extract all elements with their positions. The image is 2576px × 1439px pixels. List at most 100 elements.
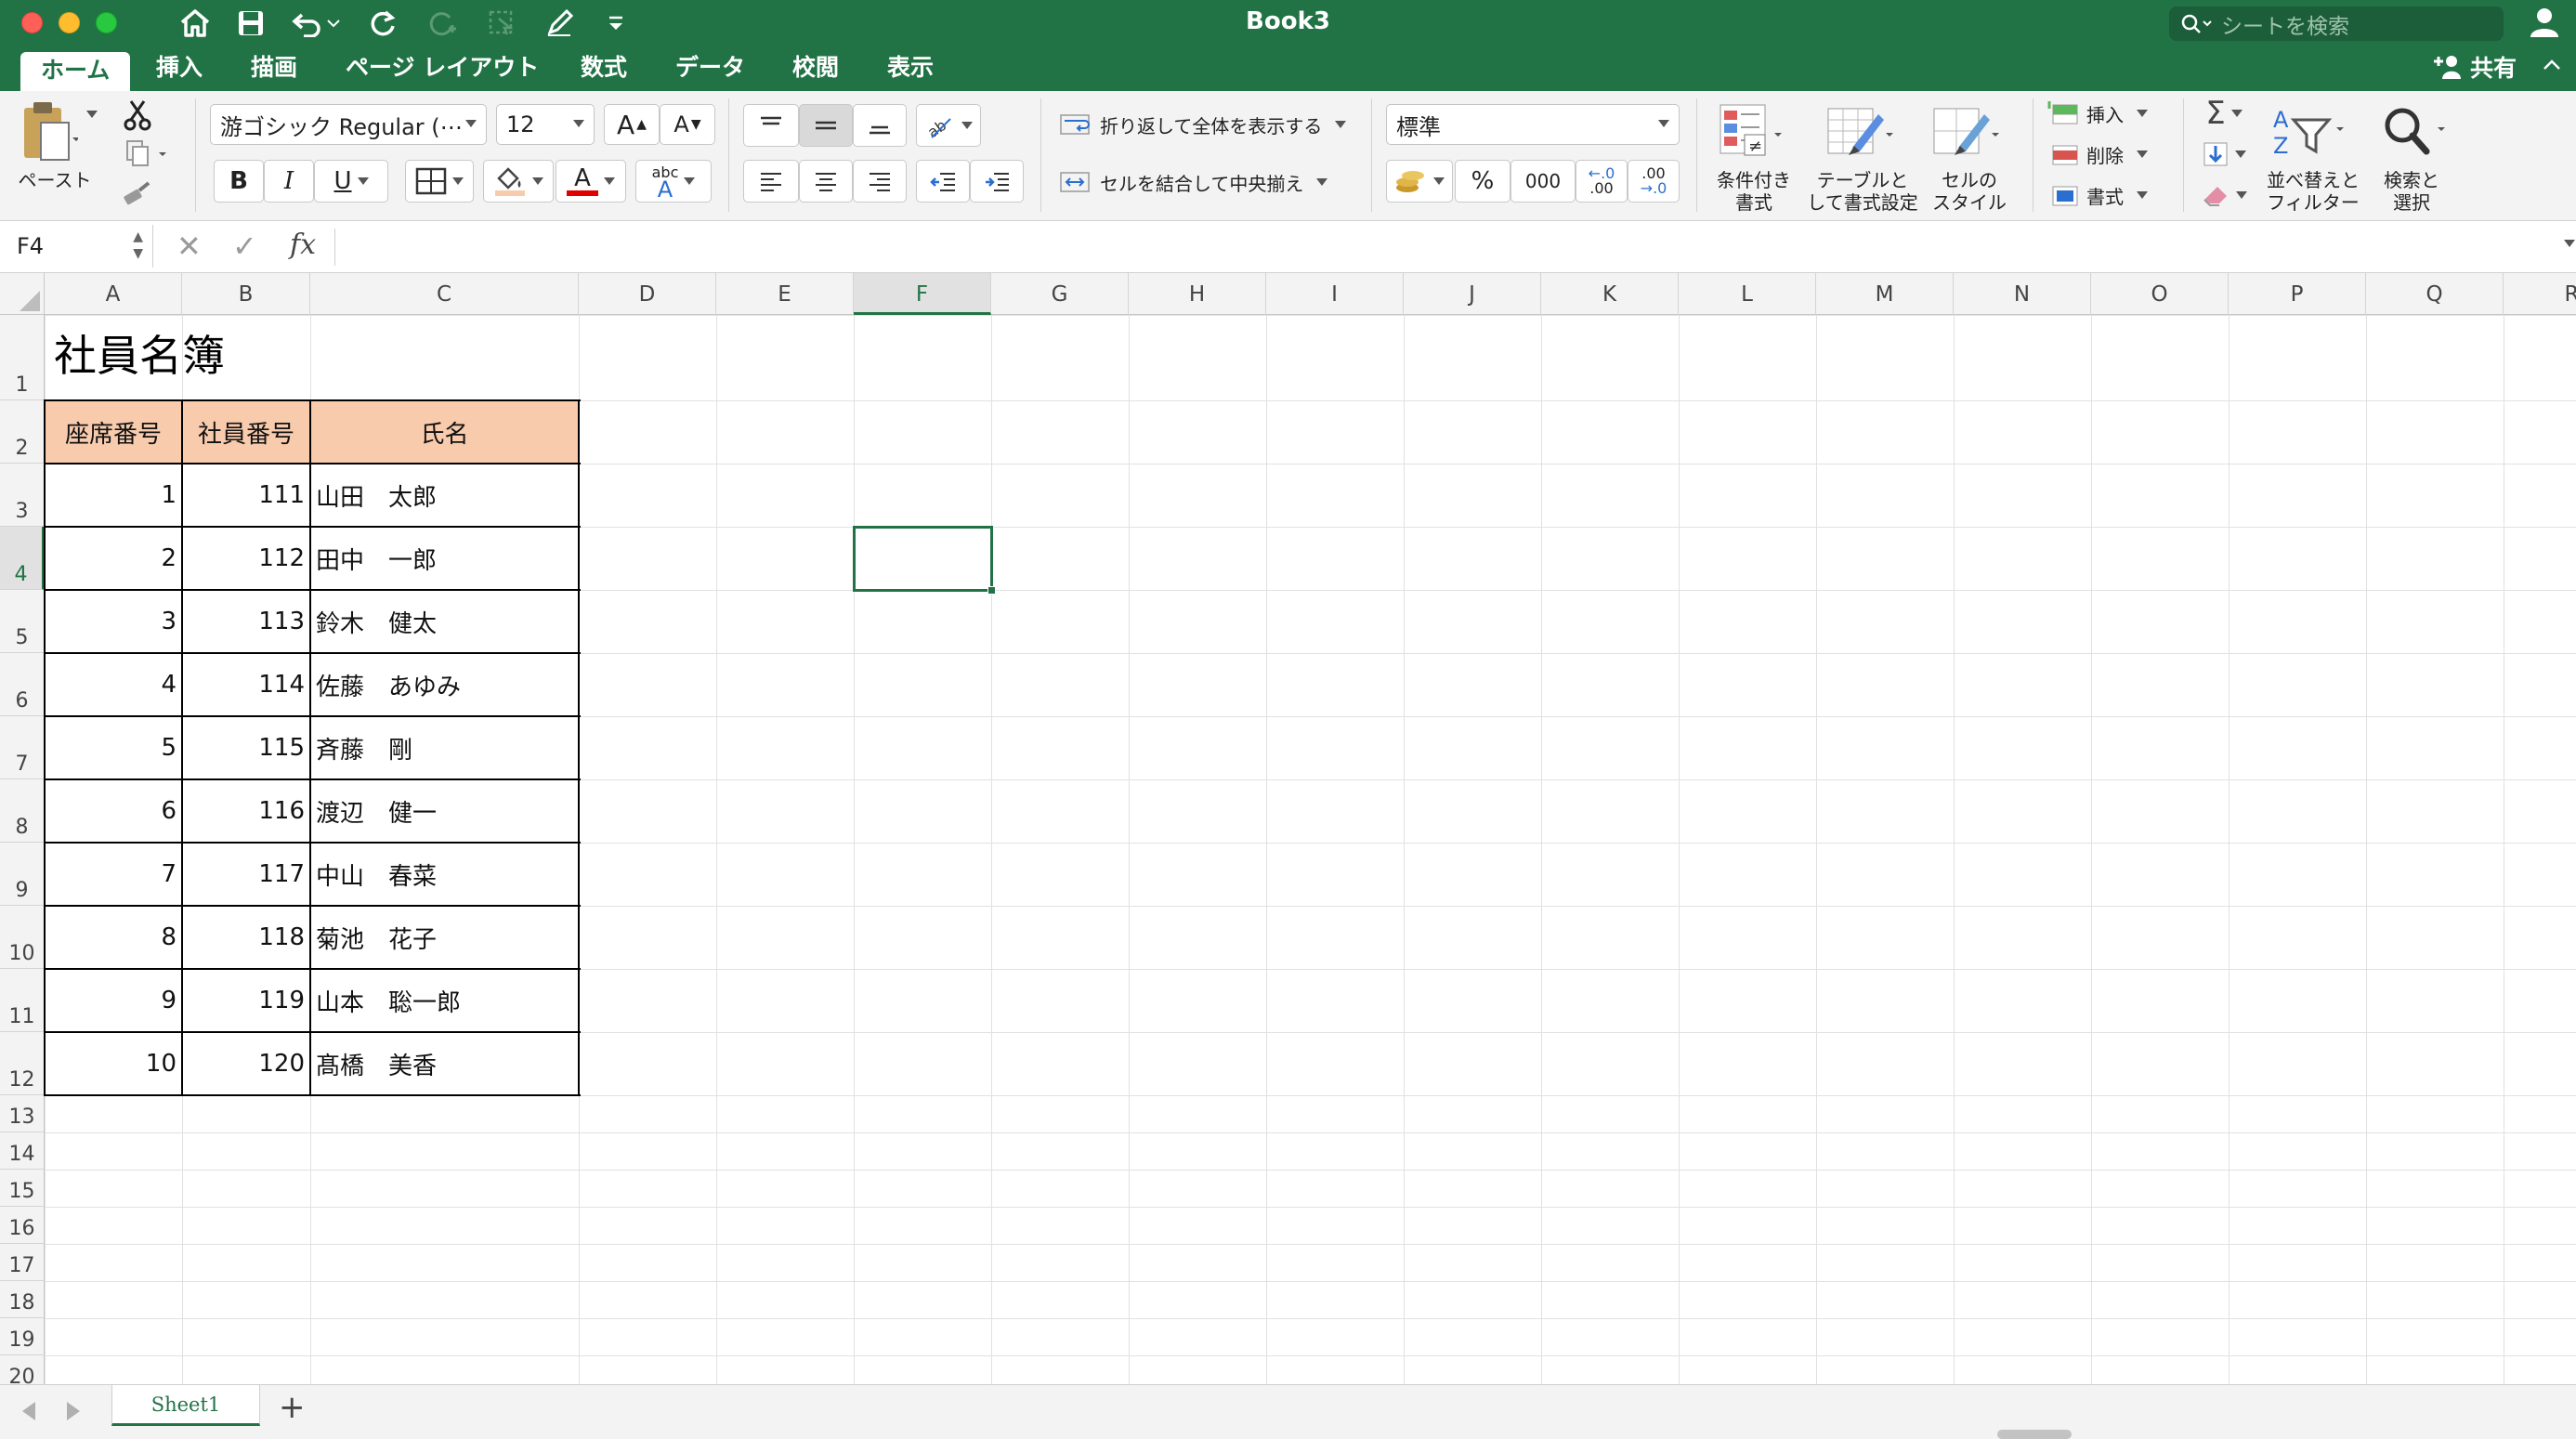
employee-name-cell[interactable]: 渡辺 健一 bbox=[310, 779, 579, 843]
home-icon[interactable] bbox=[177, 6, 214, 41]
tab-view[interactable]: 表示 bbox=[887, 46, 934, 91]
redo-icon[interactable] bbox=[364, 6, 401, 41]
row-header-4[interactable]: 4 bbox=[0, 527, 45, 590]
find-select-button[interactable] bbox=[2374, 98, 2452, 164]
column-header-l[interactable]: L bbox=[1679, 273, 1816, 315]
customize-toolbar-icon[interactable] bbox=[602, 6, 630, 41]
column-header-j[interactable]: J bbox=[1404, 273, 1541, 315]
autosum-button[interactable]: Σ bbox=[2196, 95, 2252, 132]
underline-button[interactable]: U bbox=[314, 160, 388, 203]
undo-icon[interactable] bbox=[288, 6, 344, 41]
row-header-6[interactable]: 6 bbox=[0, 653, 45, 716]
column-header-q[interactable]: Q bbox=[2366, 273, 2504, 315]
employee-number-cell[interactable]: 114 bbox=[182, 653, 310, 716]
row-header-15[interactable]: 15 bbox=[0, 1170, 45, 1207]
add-sheet-icon[interactable]: + bbox=[279, 1389, 306, 1426]
cancel-entry-icon[interactable]: ✕ bbox=[177, 229, 202, 264]
align-bottom-button[interactable] bbox=[853, 104, 907, 147]
sheet-title-cell[interactable]: 社員名簿 bbox=[54, 322, 225, 384]
tab-data[interactable]: データ bbox=[675, 46, 745, 91]
employee-number-cell[interactable]: 117 bbox=[182, 843, 310, 906]
row-header-16[interactable]: 16 bbox=[0, 1207, 45, 1244]
row-header-17[interactable]: 17 bbox=[0, 1244, 45, 1281]
employee-number-cell[interactable]: 116 bbox=[182, 779, 310, 843]
column-header-e[interactable]: E bbox=[716, 273, 854, 315]
format-cells-button[interactable]: 書式 bbox=[2047, 178, 2148, 212]
employee-name-cell[interactable]: 鈴木 健太 bbox=[310, 590, 579, 653]
employee-number-cell[interactable]: 113 bbox=[182, 590, 310, 653]
column-header-d[interactable]: D bbox=[579, 273, 716, 315]
worksheet-grid[interactable]: ABCDEFGHIJKLMNOPQR 1 2 3 4 5 6 7 8 9 10 11 12 13 14 15… bbox=[0, 273, 2576, 1384]
column-header-f[interactable]: F bbox=[854, 273, 991, 315]
zoom-window-button[interactable] bbox=[96, 12, 117, 33]
row-header-1[interactable]: 1 bbox=[0, 315, 45, 400]
column-header-n[interactable]: N bbox=[1954, 273, 2091, 315]
comma-style-button[interactable]: 000 bbox=[1510, 160, 1576, 203]
tab-insert[interactable]: 挿入 bbox=[156, 46, 203, 91]
tab-home[interactable]: ホーム bbox=[20, 52, 131, 91]
fill-handle[interactable] bbox=[987, 586, 996, 595]
employee-number-cell[interactable]: 111 bbox=[182, 464, 310, 527]
close-window-button[interactable] bbox=[21, 12, 43, 33]
italic-button[interactable]: I bbox=[264, 160, 314, 203]
next-sheet-icon[interactable] bbox=[67, 1402, 80, 1420]
column-header-g[interactable]: G bbox=[991, 273, 1129, 315]
table-header-cell[interactable]: 氏名 bbox=[310, 400, 579, 464]
employee-name-cell[interactable]: 中山 春菜 bbox=[310, 843, 579, 906]
tab-formulas[interactable]: 数式 bbox=[581, 46, 627, 91]
increase-font-size-button[interactable]: A ▲ bbox=[604, 104, 660, 145]
row-header-10[interactable]: 10 bbox=[0, 906, 45, 969]
seat-number-cell[interactable]: 1 bbox=[45, 464, 182, 527]
row-header-13[interactable]: 13 bbox=[0, 1095, 45, 1132]
formula-input[interactable] bbox=[346, 225, 2529, 268]
borders-button[interactable] bbox=[405, 160, 474, 203]
row-header-9[interactable]: 9 bbox=[0, 843, 45, 906]
number-format-dropdown[interactable]: 標準 bbox=[1386, 104, 1680, 145]
row-header-19[interactable]: 19 bbox=[0, 1318, 45, 1355]
column-header-p[interactable]: P bbox=[2229, 273, 2366, 315]
phonetic-guide-button[interactable]: abc A bbox=[635, 160, 712, 203]
clear-button[interactable] bbox=[2196, 177, 2252, 214]
seat-number-cell[interactable]: 7 bbox=[45, 843, 182, 906]
enter-entry-icon[interactable]: ✓ bbox=[232, 229, 257, 264]
align-top-button[interactable] bbox=[743, 104, 799, 147]
minimize-window-button[interactable] bbox=[59, 12, 80, 33]
horizontal-scrollbar[interactable] bbox=[1997, 1430, 2072, 1439]
row-header-3[interactable]: 3 bbox=[0, 464, 45, 527]
seat-number-cell[interactable]: 8 bbox=[45, 906, 182, 969]
increase-indent-button[interactable] bbox=[970, 160, 1024, 203]
format-painter-icon[interactable] bbox=[119, 175, 156, 212]
row-header-18[interactable]: 18 bbox=[0, 1281, 45, 1318]
cut-icon[interactable] bbox=[119, 97, 156, 134]
employee-number-cell[interactable]: 120 bbox=[182, 1032, 310, 1095]
currency-format-button[interactable] bbox=[1386, 160, 1453, 203]
tab-page-layout[interactable]: ページ レイアウト bbox=[346, 46, 539, 91]
share-button[interactable]: 共有 bbox=[2431, 46, 2517, 87]
employee-name-cell[interactable]: 山田 太郎 bbox=[310, 464, 579, 527]
previous-sheet-icon[interactable] bbox=[22, 1402, 35, 1420]
column-header-m[interactable]: M bbox=[1816, 273, 1954, 315]
row-header-2[interactable]: 2 bbox=[0, 400, 45, 464]
decrease-decimal-button[interactable]: .00 →.0 bbox=[1628, 160, 1680, 203]
font-size-dropdown[interactable]: 12 bbox=[496, 104, 595, 145]
tab-draw[interactable]: 描画 bbox=[251, 46, 297, 91]
fill-button[interactable] bbox=[2196, 136, 2252, 173]
pen-icon[interactable] bbox=[541, 6, 578, 41]
font-name-dropdown[interactable]: 游ゴシック Regular (⋯ bbox=[210, 104, 487, 145]
seat-number-cell[interactable]: 4 bbox=[45, 653, 182, 716]
employee-number-cell[interactable]: 118 bbox=[182, 906, 310, 969]
column-header-o[interactable]: O bbox=[2091, 273, 2229, 315]
row-header-5[interactable]: 5 bbox=[0, 590, 45, 653]
sheet-tab-sheet1[interactable]: Sheet1 bbox=[111, 1385, 260, 1426]
collapse-ribbon-icon[interactable] bbox=[2541, 56, 2563, 78]
insert-function-icon[interactable]: fx bbox=[290, 229, 316, 261]
format-as-table-button[interactable] bbox=[1821, 98, 1899, 164]
row-header-7[interactable]: 7 bbox=[0, 716, 45, 779]
column-header-i[interactable]: I bbox=[1266, 273, 1404, 315]
row-header-8[interactable]: 8 bbox=[0, 779, 45, 843]
account-icon[interactable] bbox=[2529, 6, 2560, 43]
row-header-12[interactable]: 12 bbox=[0, 1032, 45, 1095]
align-left-button[interactable] bbox=[743, 160, 799, 203]
align-right-button[interactable] bbox=[853, 160, 907, 203]
bold-button[interactable]: B bbox=[214, 160, 264, 203]
